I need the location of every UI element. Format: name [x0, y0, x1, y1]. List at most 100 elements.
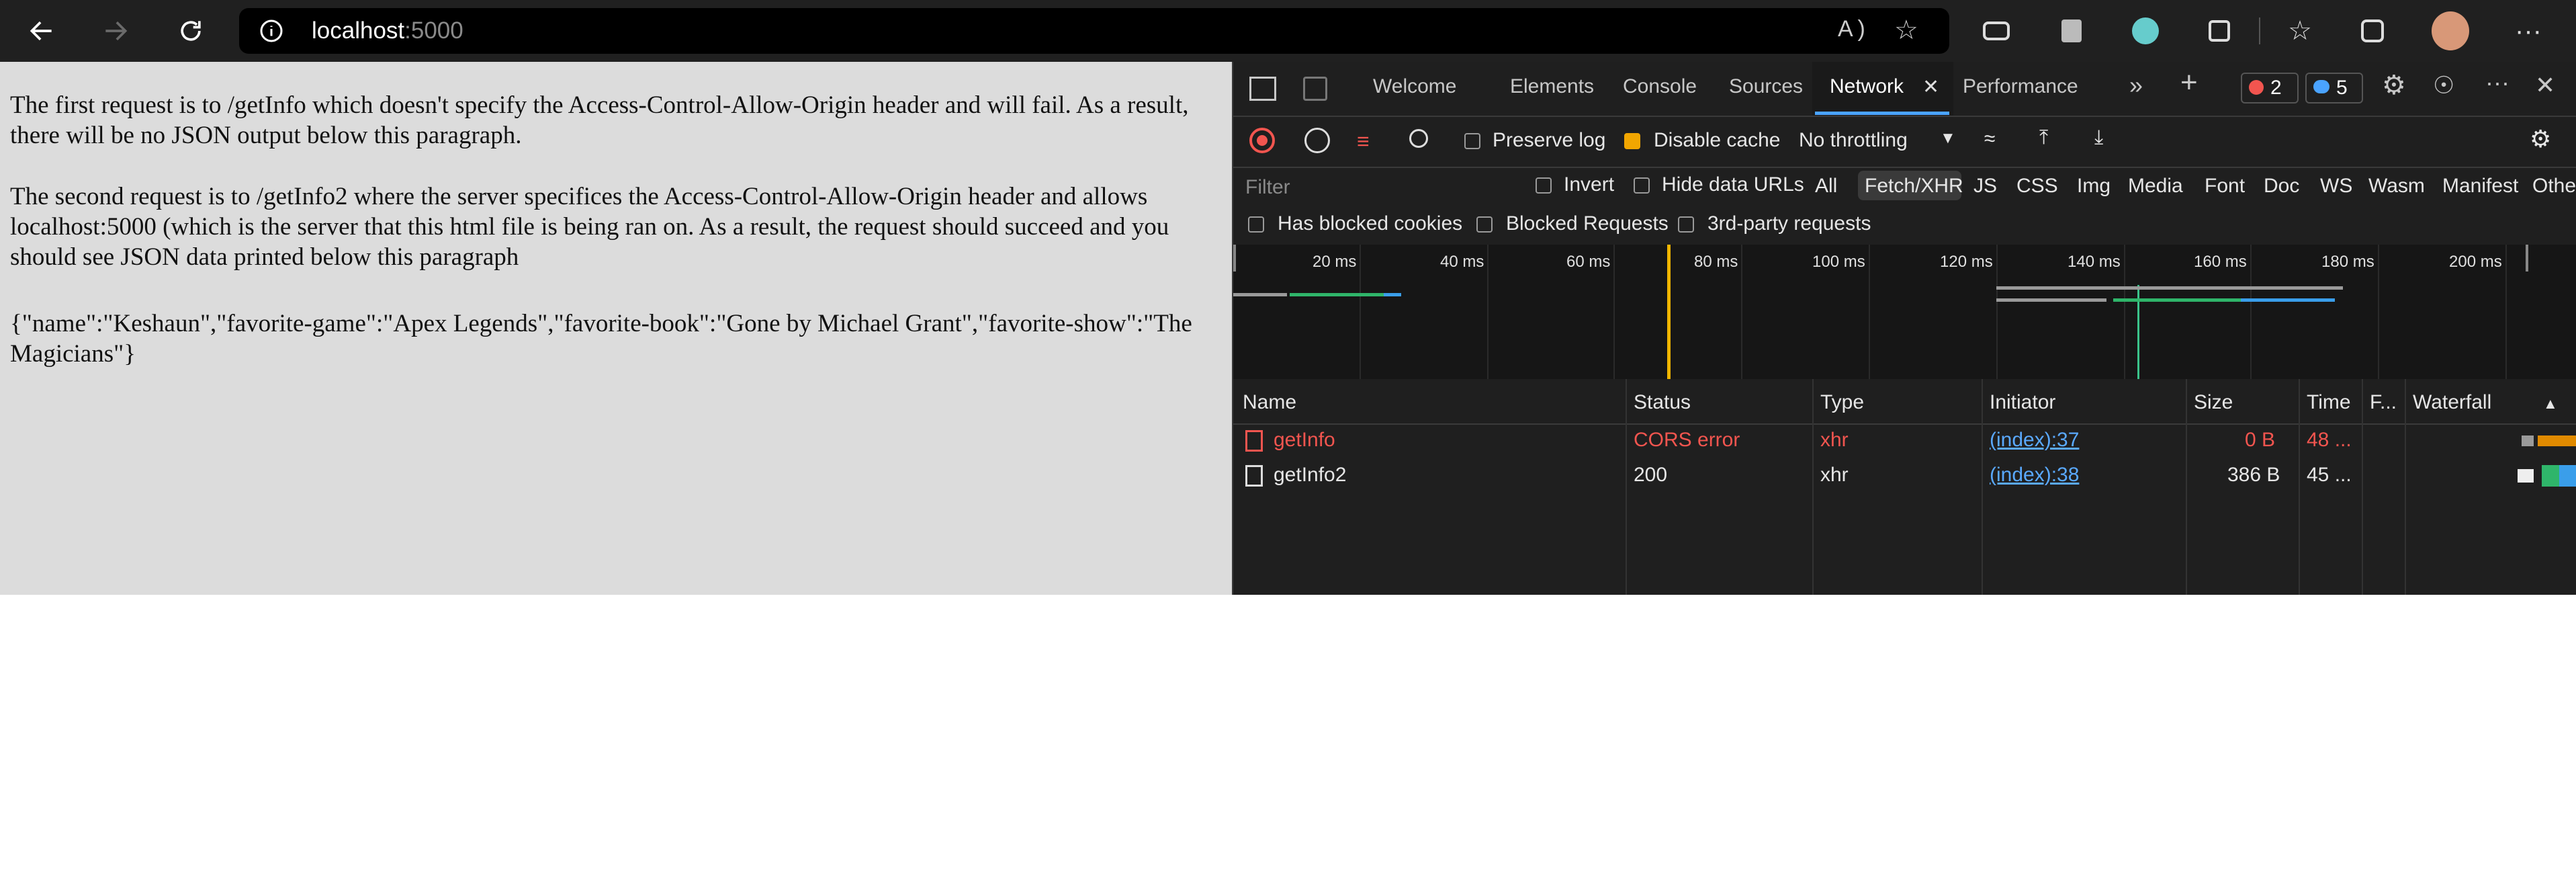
back-button[interactable] — [20, 9, 63, 52]
record-icon[interactable] — [1249, 128, 1275, 153]
network-overview-timeline[interactable]: 20 ms 40 ms 60 ms 80 ms 100 ms 120 ms 14… — [1233, 245, 2576, 380]
dom-content-loaded-marker — [1667, 245, 1671, 379]
timeline-left-handle[interactable] — [1233, 245, 1236, 272]
extension-avatar-icon[interactable] — [2127, 12, 2164, 50]
collections-icon[interactable] — [2354, 12, 2391, 50]
request-initiator-link[interactable]: (index):37 — [1990, 429, 2079, 452]
network-conditions-icon[interactable]: ≈ — [1984, 128, 1995, 151]
favorites-icon[interactable]: ☆ — [2281, 12, 2319, 50]
timeline-grid-line — [2124, 245, 2125, 379]
filter-toggle-icon[interactable]: ≡ — [1357, 129, 1370, 154]
request-time: 48 ... — [2307, 429, 2352, 451]
tab-welcome[interactable]: Welcome — [1373, 75, 1456, 98]
type-filter-manifest[interactable]: Manifest — [2442, 175, 2518, 198]
address-bar[interactable]: localhost:5000 A ) ☆ — [239, 8, 1949, 54]
type-filter-all[interactable]: All — [1815, 175, 1837, 198]
import-har-icon[interactable]: ⤒ — [2039, 126, 2048, 149]
overview-bar — [1384, 293, 1401, 296]
preserve-log-checkbox[interactable] — [1464, 133, 1480, 149]
search-icon[interactable] — [1409, 129, 1428, 148]
read-aloud-icon[interactable]: A ) — [1838, 16, 1865, 42]
device-emulation-icon[interactable] — [1303, 77, 1327, 101]
settings-menu-icon[interactable]: ··· — [2510, 12, 2547, 50]
tab-network[interactable]: Network — [1830, 75, 1904, 98]
overview-bar — [1996, 286, 2343, 290]
type-filter-css[interactable]: CSS — [2016, 175, 2058, 198]
customize-icon[interactable]: ☉ — [2433, 71, 2454, 99]
error-count: 2 — [2270, 77, 2282, 99]
third-party-checkbox[interactable] — [1678, 216, 1694, 233]
table-row[interactable]: getInfo CORS error xhr (index):37 0 B 48… — [1233, 423, 2576, 458]
clear-icon[interactable] — [1304, 128, 1330, 153]
profile-avatar[interactable] — [2432, 11, 2469, 50]
disable-cache-label: Disable cache — [1654, 129, 1781, 151]
request-name: getInfo — [1274, 429, 1335, 451]
refresh-button[interactable] — [169, 9, 212, 52]
timeline-grid-line — [1613, 245, 1615, 379]
favorite-add-icon[interactable]: ☆ — [1894, 15, 1918, 46]
invert-checkbox[interactable] — [1536, 177, 1552, 194]
tab-sources[interactable]: Sources — [1729, 75, 1803, 98]
timeline-tick: 80 ms — [1694, 253, 1738, 271]
type-filter-font[interactable]: Font — [2205, 175, 2245, 198]
tab-performance[interactable]: Performance — [1963, 75, 2078, 98]
request-initiator-link[interactable]: (index):38 — [1990, 464, 2079, 487]
devtools-settings-icon[interactable]: ⚙ — [2382, 70, 2406, 101]
type-filter-js[interactable]: JS — [1973, 175, 1997, 198]
network-settings-icon[interactable]: ⚙ — [2530, 125, 2551, 153]
hide-data-urls-checkbox[interactable] — [1634, 177, 1650, 194]
column-fulfilled-by[interactable]: F... — [2370, 391, 2397, 414]
column-size[interactable]: Size — [2194, 391, 2233, 414]
column-initiator[interactable]: Initiator — [1990, 391, 2055, 414]
tab-elements[interactable]: Elements — [1510, 75, 1594, 98]
timeline-tick: 20 ms — [1313, 253, 1357, 271]
close-network-tab-icon[interactable]: ✕ — [1922, 75, 1939, 99]
type-filter-media[interactable]: Media — [2128, 175, 2183, 198]
active-tab-indicator — [1815, 112, 1949, 115]
disable-cache-checkbox[interactable] — [1624, 133, 1640, 149]
type-filter-wasm[interactable]: Wasm — [2368, 175, 2425, 198]
tab-console[interactable]: Console — [1623, 75, 1697, 98]
inspect-element-icon[interactable] — [1249, 77, 1276, 101]
address-text: localhost:5000 — [312, 17, 463, 44]
column-waterfall[interactable]: Waterfall — [2413, 391, 2491, 414]
column-name[interactable]: Name — [1243, 391, 1296, 414]
waterfall-bar — [2522, 436, 2534, 446]
table-row[interactable]: getInfo2 200 xhr (index):38 386 B 45 ... — [1233, 458, 2576, 493]
filter-input[interactable]: Filter — [1245, 176, 1290, 199]
export-har-icon[interactable]: ⤓ — [2094, 126, 2103, 149]
request-status: CORS error — [1634, 429, 1740, 451]
more-options-icon[interactable]: ··· — [2485, 69, 2510, 97]
extension-copy-icon[interactable] — [2053, 12, 2090, 50]
close-devtools-icon[interactable]: ✕ — [2535, 71, 2555, 99]
more-tabs-icon[interactable]: » — [2129, 71, 2143, 99]
column-status[interactable]: Status — [1634, 391, 1691, 414]
message-count-badge[interactable]: 5 — [2305, 73, 2363, 103]
has-blocked-cookies-checkbox[interactable] — [1248, 216, 1264, 233]
throttling-select[interactable]: No throttling — [1799, 129, 1908, 152]
column-type[interactable]: Type — [1820, 391, 1864, 414]
type-filter-fetch-xhr[interactable]: Fetch/XHR — [1865, 175, 1963, 198]
sort-ascending-icon[interactable]: ▲ — [2543, 395, 2558, 413]
blocked-requests-checkbox[interactable] — [1476, 216, 1493, 233]
type-filter-doc[interactable]: Doc — [2264, 175, 2299, 198]
timeline-right-handle[interactable] — [2526, 245, 2528, 272]
timeline-tick: 140 ms — [2068, 253, 2121, 271]
throttling-dropdown-icon[interactable]: ▼ — [1940, 129, 1956, 148]
add-tab-icon[interactable]: + — [2180, 66, 2198, 99]
type-filter-other[interactable]: Other — [2532, 175, 2576, 198]
overview-bar — [2113, 298, 2241, 302]
column-time[interactable]: Time — [2307, 391, 2351, 414]
address-host: localhost — [312, 17, 405, 44]
file-error-icon — [1245, 430, 1263, 452]
type-filter-ws[interactable]: WS — [2320, 175, 2352, 198]
forward-button[interactable] — [94, 9, 137, 52]
preserve-log-label: Preserve log — [1493, 129, 1606, 151]
type-filter-img[interactable]: Img — [2077, 175, 2111, 198]
timeline-grid-line — [2505, 245, 2507, 379]
request-time: 45 ... — [2307, 464, 2352, 486]
extension-glasses-icon[interactable] — [1978, 12, 2015, 50]
error-count-badge[interactable]: 2 — [2241, 73, 2299, 103]
overview-bar — [1290, 293, 1384, 296]
extensions-puzzle-icon[interactable] — [2201, 12, 2238, 50]
